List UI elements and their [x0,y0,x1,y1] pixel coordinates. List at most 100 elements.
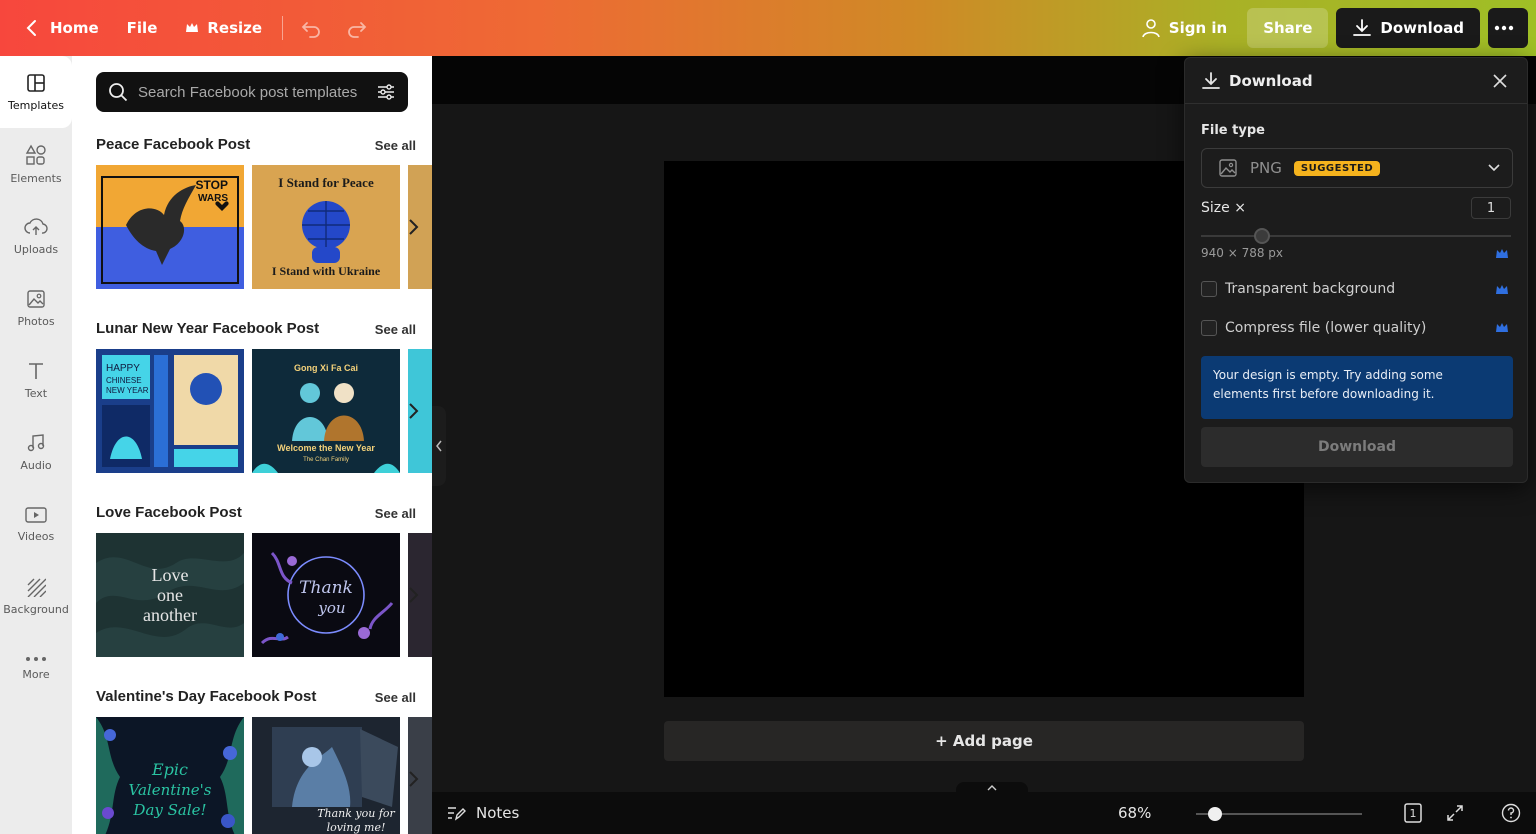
top-bar-actions: Sign in Share Download [1129,8,1536,48]
rail-item-audio[interactable]: Audio [0,416,72,488]
compress-file-option[interactable]: Compress file (lower quality) [1201,320,1426,336]
thumb-text: one [157,585,183,605]
thumb-text: Thank [299,578,353,598]
file-label: File [126,19,158,37]
compress-file-checkbox[interactable] [1201,320,1217,336]
resize-label: Resize [207,19,263,37]
download-icon [1353,19,1372,36]
transparent-background-checkbox[interactable] [1201,281,1217,297]
thumb-text: Valentine's [129,781,212,799]
transparent-background-option[interactable]: Transparent background [1201,281,1395,297]
chevron-right-icon [409,403,419,419]
rail-label: Uploads [13,242,59,256]
template-thumbnail[interactable]: Love one another [96,533,244,657]
pro-crown-icon [1496,323,1508,332]
carousel-next-button[interactable] [402,764,424,794]
carousel-next-button[interactable] [402,580,424,610]
user-icon [1142,19,1160,38]
template-thumbnail[interactable]: Thank you for loving me! [252,717,400,834]
left-rail: Templates Elements Uploads Photos Text A… [0,56,72,834]
thumb-text: Welcome the New Year [277,443,375,453]
rail-label: Photos [17,314,55,328]
size-multiplier-input[interactable] [1471,197,1511,219]
see-all-link[interactable]: See all [375,322,416,337]
thumb-text: CHINESE [106,376,142,385]
notes-button[interactable]: Notes [446,804,519,822]
search-box[interactable] [96,72,408,112]
rail-item-videos[interactable]: Videos [0,488,72,560]
zoom-slider-handle[interactable] [1208,807,1222,821]
template-thumbnail[interactable]: HAPPY CHINESE NEW YEAR [96,349,244,473]
photos-icon [27,289,45,308]
thumb-text: Thank you for [317,807,395,820]
template-thumbnail[interactable]: I Stand for Peace I Stand with Ukraine [252,165,400,289]
carousel-next-button[interactable] [402,212,424,242]
redo-button[interactable] [337,8,377,48]
download-popover: Download File type PNG SUGGESTED Size × … [1184,57,1528,483]
share-button[interactable]: Share [1247,8,1329,48]
carousel-next-button[interactable] [402,396,424,426]
thumb-text: another [143,605,197,625]
search-icon [109,83,128,102]
section-title-lunar: Lunar New Year Facebook Post [96,320,320,337]
search-input[interactable] [138,83,376,101]
templates-icon [27,73,45,92]
valentines-sale-artwork: Epic Valentine's Day Sale! [96,717,244,834]
rail-label: Background [3,602,69,616]
chevron-left-icon [436,440,442,452]
rail-item-background[interactable]: Background [0,560,72,632]
help-button[interactable] [1500,802,1522,824]
text-icon [29,362,43,379]
popover-title: Download [1229,71,1313,90]
fullscreen-button[interactable] [1444,802,1466,824]
rail-item-templates[interactable]: Templates [0,56,72,128]
rail-item-text[interactable]: Text [0,344,72,416]
file-menu-button[interactable]: File [115,8,170,48]
template-thumbnail[interactable]: STOP WARS [96,165,244,289]
rail-item-elements[interactable]: Elements [0,128,72,200]
undo-icon [301,22,320,38]
share-label: Share [1263,19,1313,37]
undo-button[interactable] [291,8,331,48]
thumb-text: WARS [198,193,228,204]
more-options-button[interactable] [1488,8,1528,48]
template-thumbnail[interactable]: Gong Xi Fa Cai Welcome the New Year The … [252,349,400,473]
see-all-link[interactable]: See all [375,690,416,705]
filter-icon[interactable] [376,82,396,102]
image-icon [1219,159,1237,177]
notes-icon [448,807,466,821]
file-type-select[interactable]: PNG SUGGESTED [1201,148,1513,188]
stand-for-peace-artwork: I Stand for Peace I Stand with Ukraine [252,165,400,289]
popover-download-button[interactable]: Download [1201,427,1513,467]
close-popover-button[interactable] [1489,70,1511,92]
see-all-link[interactable]: See all [375,138,416,153]
size-slider-handle[interactable] [1254,228,1270,244]
template-thumbnail[interactable]: Epic Valentine's Day Sale! [96,717,244,834]
template-thumbnail[interactable]: Thank you [252,533,400,657]
collapse-panel-button[interactable] [432,406,446,486]
download-button[interactable]: Download [1336,8,1480,48]
rail-label: Text [24,386,48,400]
templates-panel: Peace Facebook Post See all STOP WARS I … [72,56,432,834]
size-slider[interactable] [1201,235,1511,237]
thumb-text: The Chan Family [303,457,349,463]
resize-button[interactable]: Resize [173,8,274,48]
toolbar-divider [282,16,284,40]
thumb-text: I Stand with Ukraine [272,264,381,278]
sign-in-button[interactable]: Sign in [1129,8,1239,48]
rail-item-uploads[interactable]: Uploads [0,200,72,272]
file-type-value: PNG [1250,159,1282,177]
upload-icon [24,217,48,235]
bottom-bar: Notes 68% 1 [432,782,1536,834]
thumb-text: NEW YEAR [106,386,149,395]
more-dots-icon [1494,25,1514,31]
zoom-level[interactable]: 68% [1118,804,1151,822]
rail-item-photos[interactable]: Photos [0,272,72,344]
pro-crown-icon [1496,285,1508,294]
page-count-button[interactable]: 1 [1402,802,1424,824]
add-page-button[interactable]: + Add page [664,721,1304,761]
show-pages-button[interactable] [956,782,1028,794]
home-button[interactable]: Home [10,8,111,48]
see-all-link[interactable]: See all [375,506,416,521]
rail-item-more[interactable]: More [0,632,72,704]
